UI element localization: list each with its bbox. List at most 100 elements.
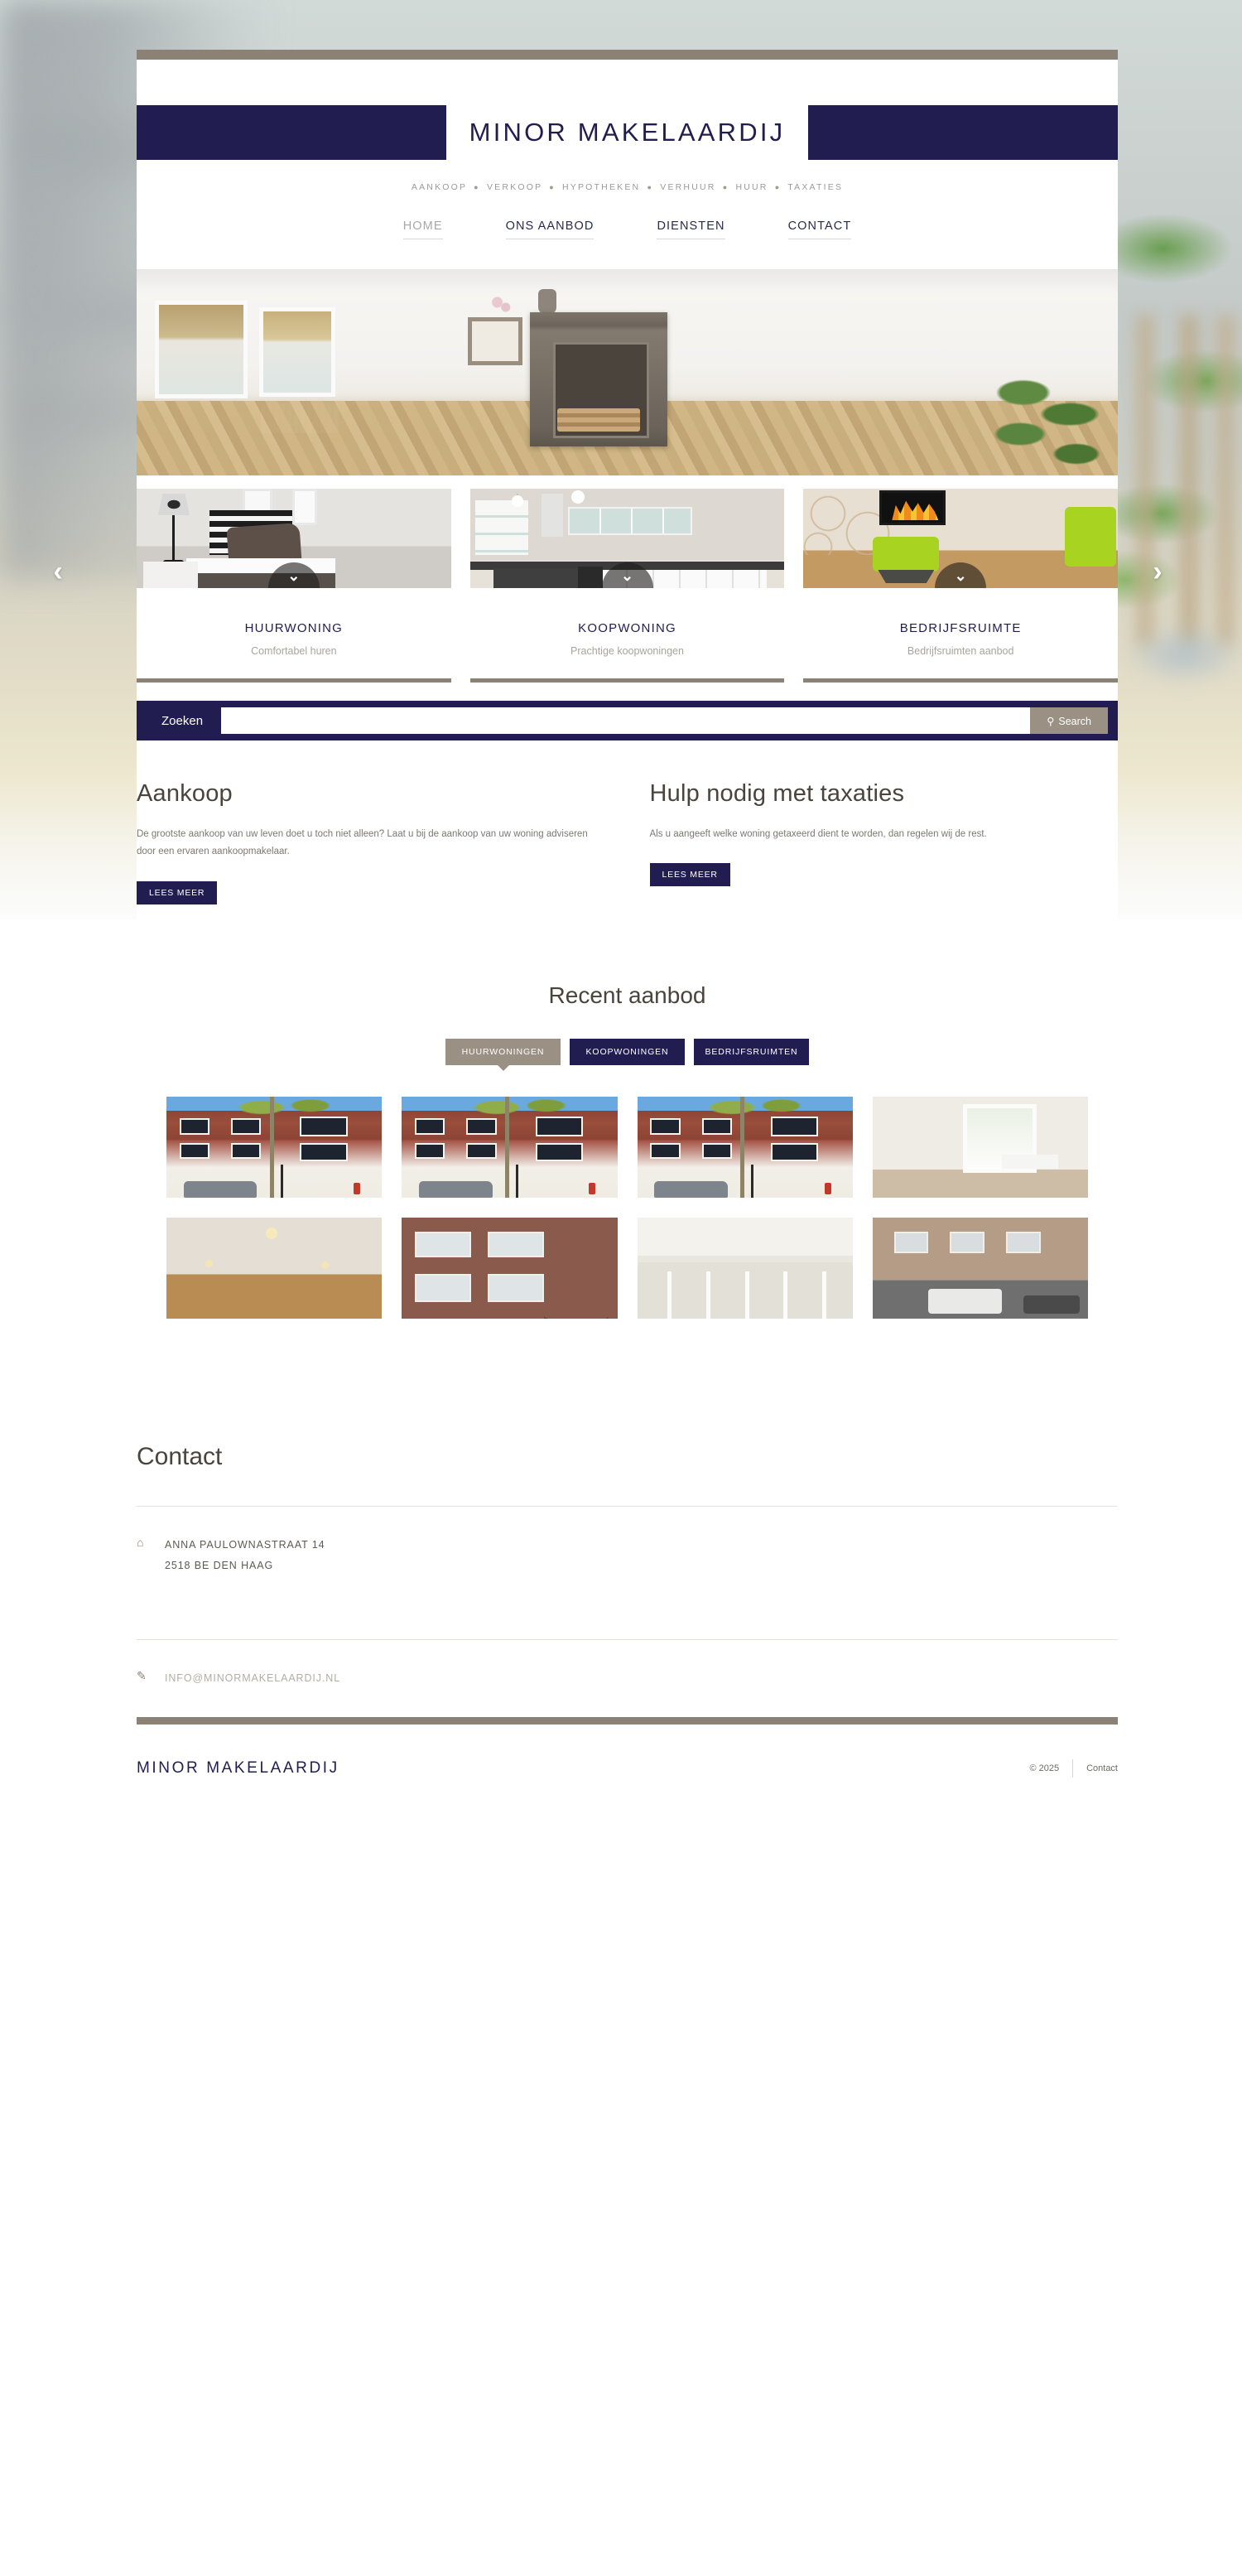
category-tile-huurwoning[interactable]: ⌄ HUURWONING Comfortabel huren [137,489,451,683]
footer-separator [1072,1758,1074,1778]
tagline-dot-3: ● [722,183,729,191]
hero-slider [137,269,1118,475]
promo-body: Als u aangeeft welke woning getaxeerd di… [649,829,987,839]
category-subtitle: Comfortabel huren [251,645,337,657]
promo-title: Aankoop [137,780,233,807]
category-tile-koopwoning[interactable]: ⌄ KOOPWONING Prachtige koopwoningen [469,489,785,683]
address-line-1: ANNA PAULOWNASTRAAT 14 [165,1538,325,1551]
home-icon: ⌂ [137,1535,144,1549]
promo-columns: Aankoop De grootste aankoop van uw leven… [137,740,1118,904]
category-rule [803,678,1119,683]
search-input[interactable] [221,707,1031,734]
tagline-item-5: TAXATIES [787,182,844,192]
search-button[interactable]: ⚲ Search [1030,707,1108,734]
category-thumb-huurwoning: ⌄ [137,489,451,588]
hero-flowers [486,292,514,317]
contact-address: ANNA PAULOWNASTRAAT 14 2518 BE DEN HAAG [165,1535,325,1576]
recent-listings-tabs: HUURWONINGEN KOOPWONINGEN BEDRIJFSRUIMTE… [137,1038,1118,1065]
contact-title: Contact [137,1442,223,1470]
category-title: KOOPWONING [578,621,676,635]
tagline-dot-0: ● [474,183,480,191]
nav-item-home[interactable]: HOME [402,219,443,239]
nav-item-ons-aanbod[interactable]: ONS AANBOD [505,219,595,239]
footer-copyright: © 2025 [1029,1763,1060,1773]
recent-listings-section: Recent aanbod HUURWONINGEN KOOPWONINGEN … [137,904,1118,1319]
slider-next-button[interactable]: › [1141,555,1174,588]
promo-cta-button[interactable]: LEES MEER [137,880,218,904]
category-rule [469,678,785,683]
search-bar: Zoeken ⚲ Search [137,701,1118,740]
recent-listings-title: Recent aanbod [548,982,706,1008]
tab-bedrijfsruimten[interactable]: BEDRIJFSRUIMTEN [694,1038,809,1065]
header-tagline: AANKOOP ● VERKOOP ● HYPOTHEKEN ● VERHUUR… [137,182,1118,192]
promo-title: Hulp nodig met taxaties [649,780,905,807]
contact-email-row: ✎ INFO@MINORMAKELAARDIJ.NL [137,1640,1118,1717]
hero-firewood [557,408,640,432]
logo-block-left [137,105,446,160]
category-tiles: ⌄ HUURWONING Comfortabel huren ⌄ KOOPWON… [137,475,1119,683]
promo-body: De grootste aankoop van uw leven doet u … [137,829,588,857]
search-button-label: Search [1058,715,1091,727]
pencil-icon: ✎ [137,1668,147,1682]
tagline-dot-2: ● [647,183,654,191]
footer-accent-bar [137,1716,1118,1725]
top-accent-bar [137,50,1118,60]
address-line-2: 2518 BE DEN HAAG [165,1559,274,1571]
hero-window-2 [259,307,335,397]
hero-plant [990,368,1106,472]
listing-thumb[interactable] [402,1217,618,1319]
listing-thumb[interactable] [166,1217,383,1319]
site-brand[interactable]: MINOR MAKELAARDIJ [445,105,809,160]
category-rule [137,678,451,683]
tab-huurwoningen[interactable]: HUURWONINGEN [445,1038,561,1065]
tagline-item-4: HUUR [735,182,768,192]
background-plant-stems [1126,315,1242,646]
page-container: MINOR MAKELAARDIJ AANKOOP ● VERKOOP ● HY… [137,50,1119,1811]
promo-taxaties: Hulp nodig met taxaties Als u aangeeft w… [649,780,1119,904]
category-title: HUURWONING [244,621,344,635]
category-thumb-bedrijfsruimte: ⌄ [803,489,1119,588]
main-navigation: HOME ONS AANBOD DIENSTEN CONTACT [137,219,1118,269]
listing-thumb[interactable] [872,1096,1088,1198]
logo-row: MINOR MAKELAARDIJ [137,105,1119,160]
tagline-item-3: VERHUUR [660,182,716,192]
contact-section: Contact ⌂ ANNA PAULOWNASTRAAT 14 2518 BE… [137,1319,1118,1717]
site-header: MINOR MAKELAARDIJ AANKOOP ● VERKOOP ● HY… [137,105,1119,269]
search-icon: ⚲ [1047,715,1055,727]
hero-vase [538,289,556,314]
tagline-item-2: HYPOTHEKEN [561,182,641,192]
promo-cta-button[interactable]: LEES MEER [649,863,730,887]
listing-thumb[interactable] [637,1096,853,1198]
listing-thumb[interactable] [402,1096,618,1198]
listing-thumb[interactable] [166,1096,383,1198]
footer-brand[interactable]: MINOR MAKELAARDIJ [137,1759,339,1778]
recent-listings-grid [137,1096,1118,1319]
contact-address-row: ⌂ ANNA PAULOWNASTRAAT 14 2518 BE DEN HAA… [137,1507,1118,1604]
nav-item-diensten[interactable]: DIENSTEN [657,219,725,239]
hero-window-1 [155,301,248,398]
listing-thumb[interactable] [637,1217,853,1319]
nav-item-contact[interactable]: CONTACT [787,219,852,239]
category-thumb-koopwoning: ⌄ [469,489,785,588]
slider-prev-button[interactable]: ‹ [41,555,75,588]
category-subtitle: Prachtige koopwoningen [570,645,684,657]
hero-ceiling [137,269,1118,294]
hero-slide-image [137,269,1118,475]
promo-aankoop: Aankoop De grootste aankoop van uw leven… [137,780,605,904]
site-footer: MINOR MAKELAARDIJ © 2025 Contact [137,1724,1118,1811]
tagline-item-1: VERKOOP [486,182,543,192]
logo-block-right [808,105,1119,160]
tagline-dot-1: ● [549,183,556,191]
category-subtitle: Bedrijfsruimten aanbod [907,645,1014,657]
footer-link-contact[interactable]: Contact [1086,1763,1118,1773]
category-tile-bedrijfsruimte[interactable]: ⌄ BEDRIJFSRUIMTE Bedrijfsruimten aanbod [803,489,1119,683]
contact-email[interactable]: INFO@MINORMAKELAARDIJ.NL [165,1668,340,1689]
tagline-item-0: AANKOOP [411,182,468,192]
tab-koopwoningen[interactable]: KOOPWONINGEN [570,1038,685,1065]
footer-meta: © 2025 Contact [1029,1758,1118,1778]
search-label: Zoeken [161,713,204,728]
hero-picture-frame [468,317,522,365]
listing-thumb[interactable] [872,1217,1088,1319]
category-title: BEDRIJFSRUIMTE [899,621,1022,635]
background-plant-pot [1101,613,1242,712]
